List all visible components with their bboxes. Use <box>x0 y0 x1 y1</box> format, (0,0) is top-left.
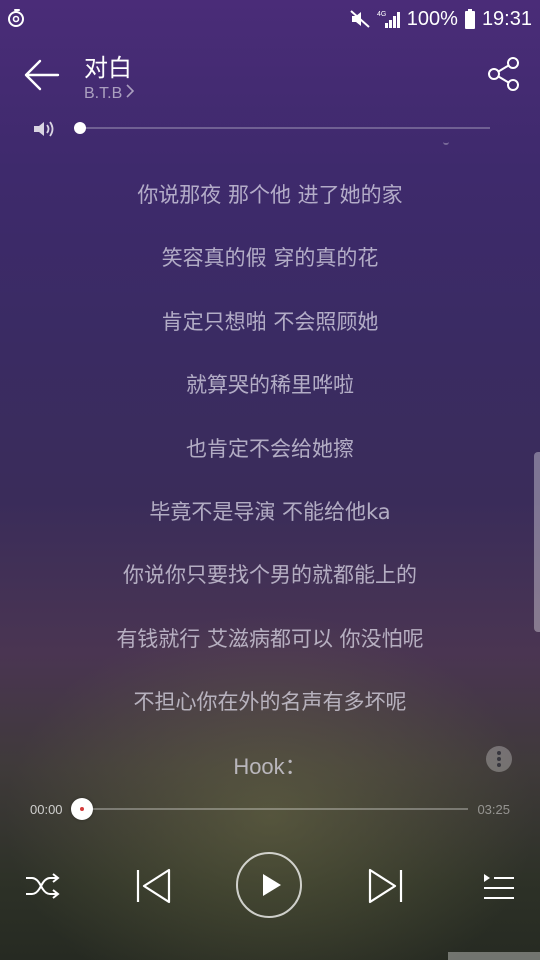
status-time: 19:31 <box>481 7 532 30</box>
lyric-line: 笑容真的假 穿的真的花 <box>161 246 379 271</box>
arrow-left-icon <box>24 59 60 91</box>
status-bar: 4G 100% 19:31 <box>0 0 540 38</box>
battery-text: 100% <box>406 7 458 30</box>
lyric-line: 毕竟不是导演 不能给他ka <box>149 499 391 524</box>
total-time: 03:25 <box>477 802 510 817</box>
current-time: 00:00 <box>30 802 63 817</box>
svg-text:4G: 4G <box>377 11 386 18</box>
speaker-icon[interactable] <box>32 118 56 140</box>
more-button[interactable] <box>486 746 512 772</box>
playlist-button[interactable] <box>478 868 518 904</box>
lyric-line: 你说那夜 那个他 进了她的家 <box>137 183 403 207</box>
share-button[interactable] <box>486 56 522 92</box>
signal-4g-icon: 4G <box>377 8 401 30</box>
playback-controls <box>0 846 540 930</box>
playlist-icon <box>484 874 514 899</box>
seek-bar[interactable] <box>71 798 468 820</box>
chevron-right-icon <box>126 84 135 103</box>
song-title: 对白 <box>84 54 132 82</box>
shuffle-icon <box>26 873 60 899</box>
shuffle-button[interactable] <box>22 868 62 904</box>
seek-thumb[interactable] <box>71 798 93 820</box>
next-button[interactable] <box>366 866 406 906</box>
artist-link[interactable]: B.T.B <box>84 84 135 103</box>
player-header: 对白 B.T.B <box>0 44 540 108</box>
back-button[interactable] <box>20 56 64 94</box>
previous-button[interactable] <box>133 866 173 906</box>
mute-icon <box>349 8 371 30</box>
lyric-line: 你说你只要找个男的就都能上的 <box>123 563 417 588</box>
netease-music-icon <box>6 8 26 28</box>
scroll-indicator <box>443 140 449 145</box>
lyric-line: 就算哭的稀里哗啦 <box>186 373 354 398</box>
volume-thumb[interactable] <box>74 122 86 134</box>
playback-progress: 00:00 03:25 <box>0 796 540 824</box>
lyric-line: 有钱就行 艾滋病都可以 你没怕呢 <box>116 626 424 651</box>
play-button[interactable] <box>236 852 302 918</box>
lyrics-list[interactable]: 你说那夜 那个他 进了她的家 笑容真的假 穿的真的花 肯定只想啪 不会照顾她 就… <box>0 164 540 798</box>
lyric-line: 肯定只想啪 不会照顾她 <box>161 309 379 334</box>
volume-slider[interactable] <box>74 122 490 134</box>
lyric-line: 不担心你在外的名声有多坏呢 <box>133 690 407 715</box>
artist-name: B.T.B <box>84 84 123 102</box>
lyric-line: 也肯定不会给她擦 <box>186 436 354 461</box>
navigation-hint <box>448 952 540 960</box>
skip-previous-icon <box>136 868 171 904</box>
skip-next-icon <box>368 868 403 904</box>
volume-control <box>0 114 540 144</box>
lyric-line: Hook： <box>233 753 307 779</box>
share-icon <box>488 57 519 91</box>
battery-icon <box>464 8 476 30</box>
play-icon <box>263 874 281 896</box>
edge-panel-handle[interactable] <box>534 452 540 632</box>
